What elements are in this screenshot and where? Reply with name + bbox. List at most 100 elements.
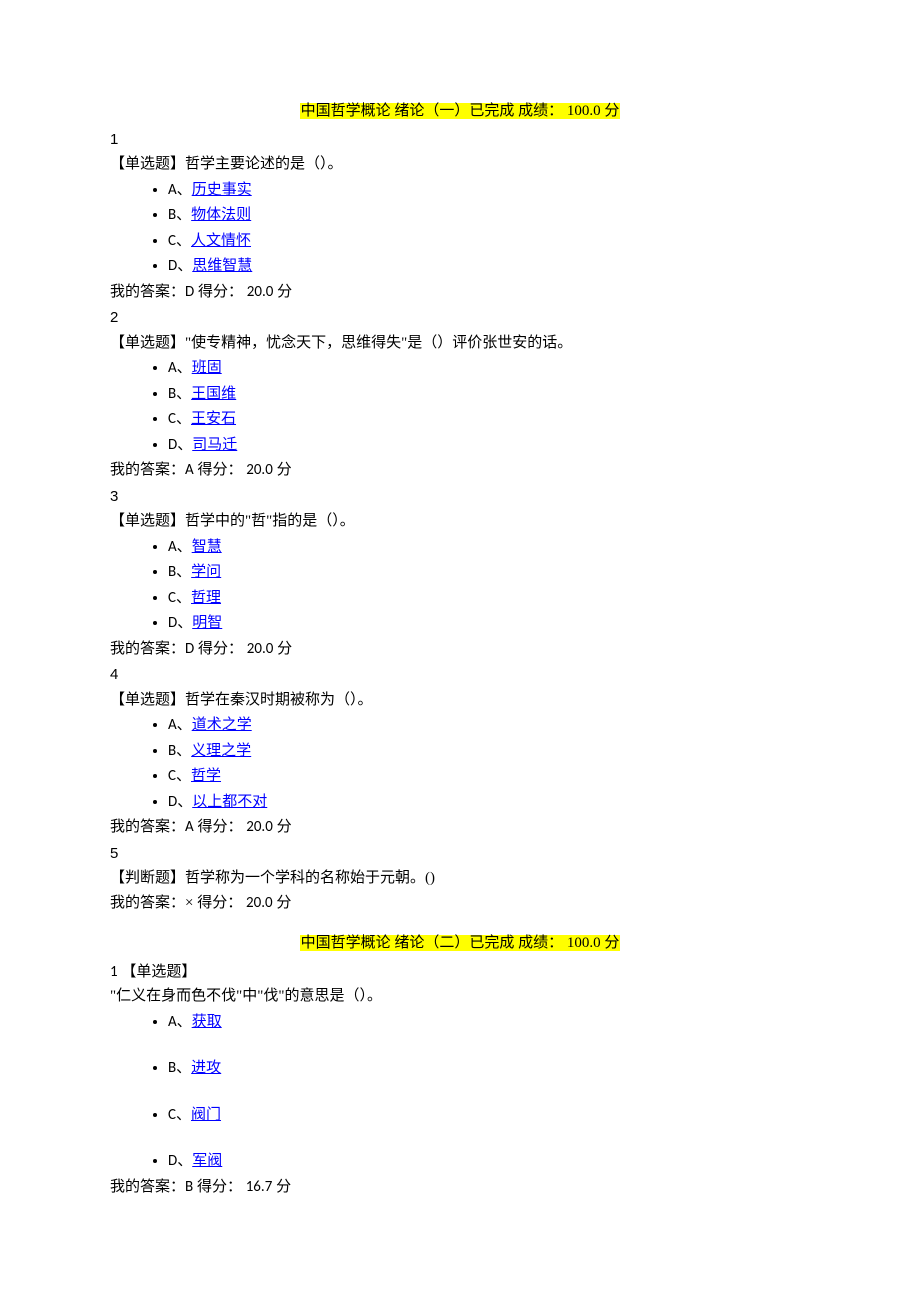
option-link[interactable]: 以上都不对 [192,794,267,810]
q1-options: A、历史事实 B、物体法则 C、人文情怀 D、思维智慧 [110,179,810,278]
list-item: A、班固 [168,357,810,380]
answer-value: D [185,283,194,301]
q2-text: 【单选题】"使专精神，忧念天下，思维得失"是（）评价张世安的话。 [110,332,810,355]
score-value: 20.0 [246,461,273,479]
q5-text: 【判断题】哲学称为一个学科的名称始于元朝。() [110,867,810,890]
list-item: A、历史事实 [168,179,810,202]
q4-body: 哲学在秦汉时期被称为（）。 [185,692,373,708]
option-label: C、 [168,1106,191,1124]
option-label: A、 [168,716,192,734]
q3-options: A、智慧 B、学问 C、哲理 D、明智 [110,536,810,635]
q4-number: 4 [110,664,810,687]
section2-title-text: 中国哲学概论 绪论（二）已完成 成绩： 100.0 分 [300,935,621,951]
answer-value: D [185,640,194,658]
list-item: D、司马迁 [168,434,810,457]
option-link[interactable]: 历史事实 [192,182,252,198]
section1-title: 中国哲学概论 绪论（一）已完成 成绩： 100.0 分 [110,100,810,123]
option-label: C、 [168,589,191,607]
option-label: A、 [168,359,192,377]
option-link[interactable]: 思维智慧 [192,258,252,274]
list-item: B、学问 [168,561,810,584]
section1-title-text: 中国哲学概论 绪论（一）已完成 成绩： 100.0 分 [300,103,621,119]
q3-text: 【单选题】哲学中的"哲"指的是（）。 [110,510,810,533]
answer-prefix: 我的答案： [110,1179,185,1195]
score-suffix: 分 [273,641,292,657]
list-item: D、军阀 [168,1150,810,1173]
q5-number: 5 [110,843,810,866]
q1-number: 1 [110,129,810,152]
option-label: C、 [168,410,191,428]
option-label: C、 [168,767,191,785]
list-item: B、王国维 [168,383,810,406]
option-label: D、 [168,436,192,454]
answer-prefix: 我的答案： [110,895,185,911]
option-link[interactable]: 物体法则 [191,207,251,223]
list-item: D、思维智慧 [168,255,810,278]
option-label: D、 [168,257,192,275]
option-link[interactable]: 获取 [192,1014,222,1030]
option-link[interactable]: 王国维 [191,386,236,402]
option-link[interactable]: 王安石 [191,411,236,427]
score-suffix: 分 [273,284,292,300]
option-link[interactable]: 学问 [191,564,221,580]
q4-text: 【单选题】哲学在秦汉时期被称为（）。 [110,689,810,712]
score-value: 20.0 [247,640,274,658]
option-label: D、 [168,793,192,811]
option-link[interactable]: 班固 [192,360,222,376]
list-item: C、王安石 [168,408,810,431]
score-prefix: 得分： [193,895,246,911]
section2-title: 中国哲学概论 绪论（二）已完成 成绩： 100.0 分 [110,932,810,955]
option-link[interactable]: 军阀 [192,1153,222,1169]
s2q1-options: A、获取 B、进攻 C、阀门 D、军阀 [110,1011,810,1173]
option-link[interactable]: 阀门 [191,1107,221,1123]
q2-options: A、班固 B、王国维 C、王安石 D、司马迁 [110,357,810,456]
option-link[interactable]: 哲理 [191,590,221,606]
option-label: A、 [168,181,192,199]
q5-type: 【判断题】 [110,870,185,886]
score-suffix: 分 [273,462,292,478]
list-item: A、道术之学 [168,714,810,737]
list-item: A、获取 [168,1011,810,1034]
list-item: B、进攻 [168,1057,810,1080]
q3-number: 3 [110,486,810,509]
q5-body: 哲学称为一个学科的名称始于元朝。() [185,870,435,886]
option-link[interactable]: 进攻 [191,1060,221,1076]
score-suffix: 分 [273,819,292,835]
option-label: D、 [168,614,192,632]
q2-type: 【单选题】 [110,335,185,351]
list-item: D、以上都不对 [168,791,810,814]
option-label: B、 [168,1059,191,1077]
q4-options: A、道术之学 B、义理之学 C、哲学 D、以上都不对 [110,714,810,813]
answer-prefix: 我的答案： [110,284,185,300]
option-label: B、 [168,206,191,224]
s2q1-number: 1 [110,963,118,981]
option-label: D、 [168,1152,192,1170]
option-link[interactable]: 道术之学 [192,717,252,733]
option-link[interactable]: 人文情怀 [191,233,251,249]
q2-answer: 我的答案：A 得分： 20.0 分 [110,459,810,482]
option-label: A、 [168,538,192,556]
q3-body: 哲学中的"哲"指的是（）。 [185,513,355,529]
option-link[interactable]: 智慧 [192,539,222,555]
option-link[interactable]: 哲学 [191,768,221,784]
s2q1-text: "仁义在身而色不伐"中"伐"的意思是（）。 [110,985,810,1008]
answer-prefix: 我的答案： [110,462,185,478]
option-label: B、 [168,563,191,581]
score-value: 20.0 [246,818,273,836]
score-value: 20.0 [247,283,274,301]
answer-value: A [185,461,194,479]
answer-prefix: 我的答案： [110,819,185,835]
option-link[interactable]: 义理之学 [191,743,251,759]
q1-body: 哲学主要论述的是（）。 [185,156,343,172]
s2q1-header: 1 【单选题】 [110,961,810,984]
option-link[interactable]: 明智 [192,615,222,631]
list-item: C、人文情怀 [168,230,810,253]
answer-value: A [185,818,194,836]
score-prefix: 得分： [194,462,247,478]
q4-type: 【单选题】 [110,692,185,708]
q1-answer: 我的答案：D 得分： 20.0 分 [110,281,810,304]
q5-answer: 我的答案：× 得分： 20.0 分 [110,892,810,915]
option-link[interactable]: 司马迁 [192,437,237,453]
score-prefix: 得分： [194,819,247,835]
list-item: B、物体法则 [168,204,810,227]
